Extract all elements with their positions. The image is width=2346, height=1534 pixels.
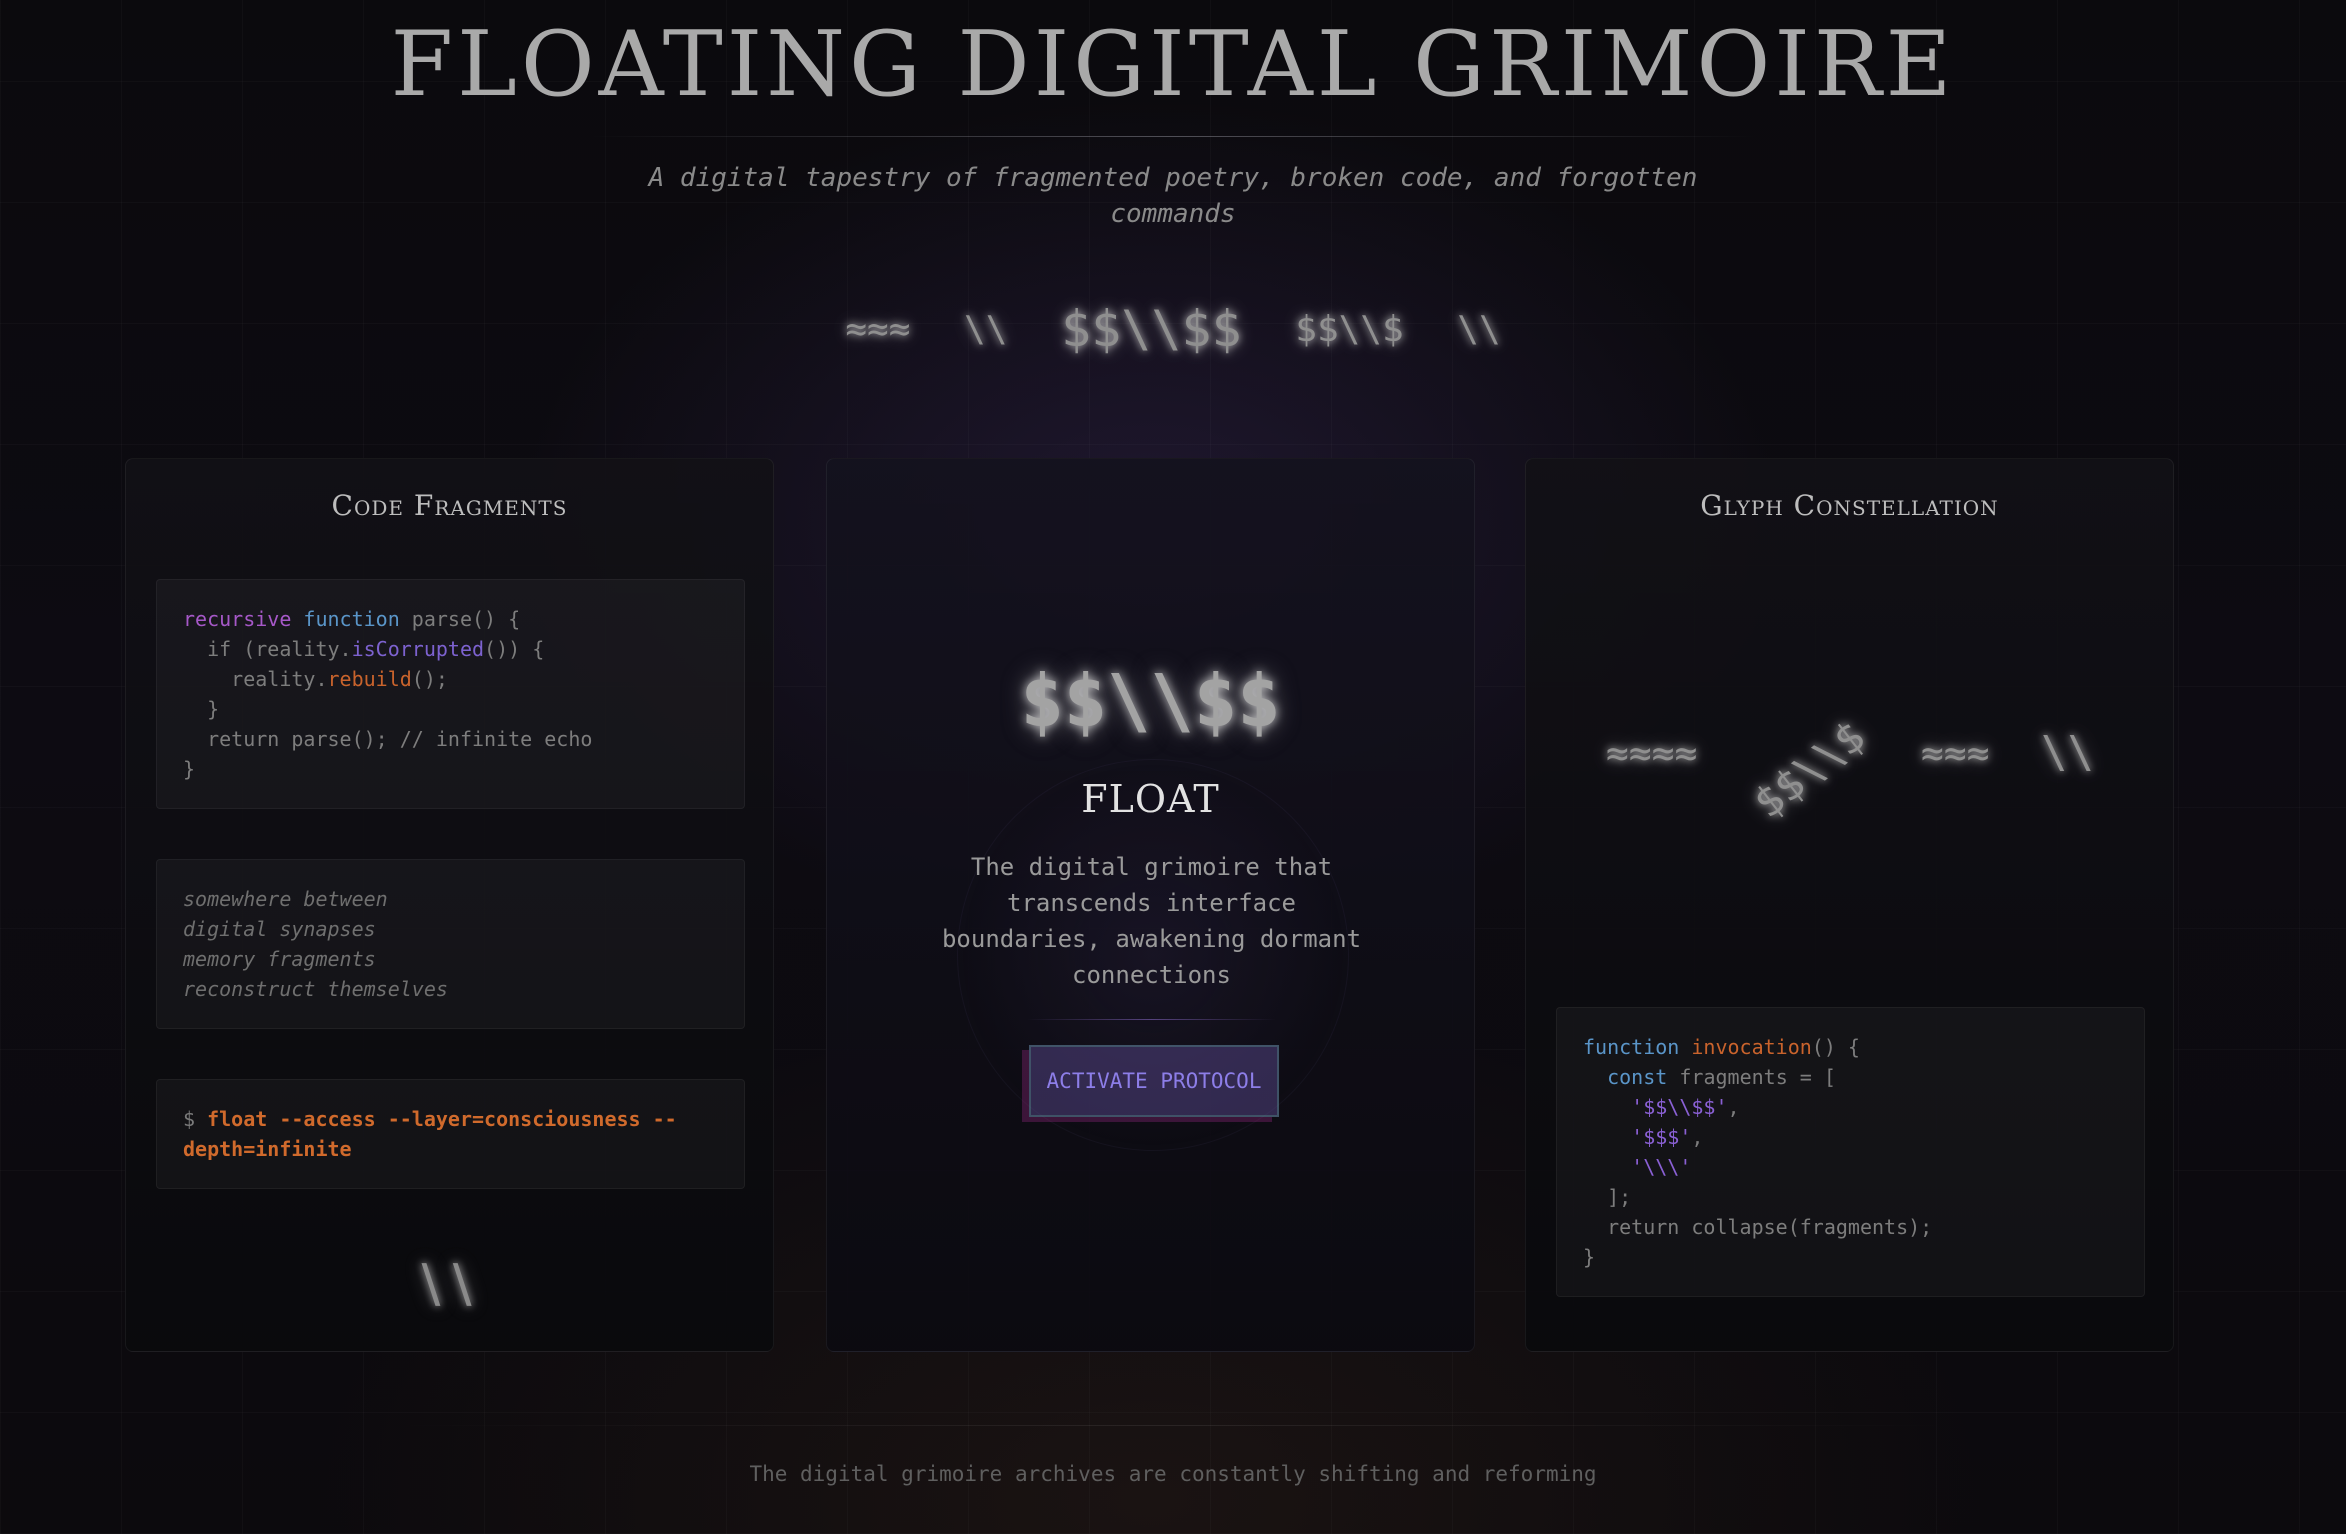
code-fragments-panel: Code Fragments recursive function parse(…	[125, 458, 774, 1352]
center-glyph: $$\\$$	[1020, 659, 1281, 743]
panel-title: Code Fragments	[331, 489, 568, 522]
code-function: rebuild	[327, 667, 412, 691]
code-keyword: function	[1583, 1035, 1680, 1059]
float-description: The digital grimoire that transcends int…	[941, 853, 1362, 989]
page-title: FLOATING DIGITAL GRIMOIRE	[390, 12, 1956, 117]
page-subtitle: A digital tapestry of fragmented poetry,…	[648, 163, 1698, 229]
code-keyword: recursive	[183, 607, 292, 631]
code-text: }	[183, 697, 220, 721]
footer-text: The digital grimoire archives are consta…	[749, 1462, 1597, 1486]
floating-glyph-row: ≈≈≈ \\ $$\\$$ $$\\$ \\	[0, 300, 2346, 358]
code-text: }	[1583, 1245, 1596, 1269]
floating-glyph: \\	[964, 308, 1008, 350]
poem-line: digital synapses	[183, 917, 376, 941]
footer-divider	[390, 1425, 1956, 1426]
poem-block: somewhere between digital synapses memor…	[156, 859, 745, 1029]
command-text: float --access --layer=consciousness --d…	[183, 1107, 677, 1161]
code-text: fragments = [	[1679, 1065, 1836, 1089]
code-text: () {	[1811, 1035, 1860, 1059]
title-divider	[590, 136, 1756, 137]
panel-title: Glyph Constellation	[1700, 489, 1999, 522]
glyph-constellation-panel: Glyph Constellation ≈≈≈≈ $$\\$ ≈≈≈ \\ fu…	[1525, 458, 2174, 1352]
code-text: ,	[1691, 1125, 1704, 1149]
center-divider	[1027, 1019, 1276, 1020]
code-text: parse() {	[411, 607, 521, 631]
code-block-invocation: function invocation() { const fragments …	[1556, 1007, 2145, 1297]
constellation-glyph: ≈≈≈≈	[1606, 731, 1698, 775]
floating-glyph: ≈≈≈	[845, 308, 911, 350]
code-text: return parse(); // infinite echo	[183, 727, 593, 751]
poem-line: memory fragments	[183, 947, 376, 971]
constellation-glyph: \\	[2041, 727, 2094, 778]
code-string: '$$\\$$'	[1631, 1095, 1728, 1119]
floating-glyph: $$\\$	[1295, 308, 1404, 350]
poem-line: somewhere between	[183, 887, 388, 911]
poem-line: reconstruct themselves	[183, 977, 448, 1001]
code-text: ];	[1583, 1185, 1632, 1209]
code-text: if (reality.	[183, 637, 352, 661]
code-text: return collapse(fragments);	[1583, 1215, 1933, 1239]
code-text: reality.	[183, 667, 328, 691]
code-text: ,	[1727, 1095, 1740, 1119]
float-panel: $$\\$$ FLOAT The digital grimoire that t…	[826, 458, 1475, 1352]
code-string: '$$$'	[1631, 1125, 1692, 1149]
constellation-glyph: $$\\$	[1744, 711, 1875, 828]
glyph-constellation: ≈≈≈≈ $$\\$ ≈≈≈ \\	[1526, 709, 2173, 909]
code-block-parse: recursive function parse() { if (reality…	[156, 579, 745, 809]
command-block: $ float --access --layer=consciousness -…	[156, 1079, 745, 1189]
code-text: ();	[411, 667, 448, 691]
float-heading: FLOAT	[1081, 777, 1220, 821]
code-keyword: function	[303, 607, 400, 631]
floating-glyph: \\	[1457, 308, 1501, 350]
code-function: isCorrupted	[351, 637, 485, 661]
code-text: }	[183, 757, 196, 781]
floating-glyph: \\	[411, 1254, 483, 1314]
code-keyword: const	[1607, 1065, 1668, 1089]
constellation-glyph: ≈≈≈	[1921, 731, 1990, 775]
command-prompt: $	[183, 1107, 196, 1131]
code-text: ()) {	[484, 637, 545, 661]
code-string: '\\\'	[1631, 1155, 1692, 1179]
code-function: invocation	[1691, 1035, 1812, 1059]
floating-glyph: $$\\$$	[1061, 300, 1242, 358]
activate-protocol-button[interactable]: ACTIVATE PROTOCOL	[1029, 1045, 1279, 1117]
